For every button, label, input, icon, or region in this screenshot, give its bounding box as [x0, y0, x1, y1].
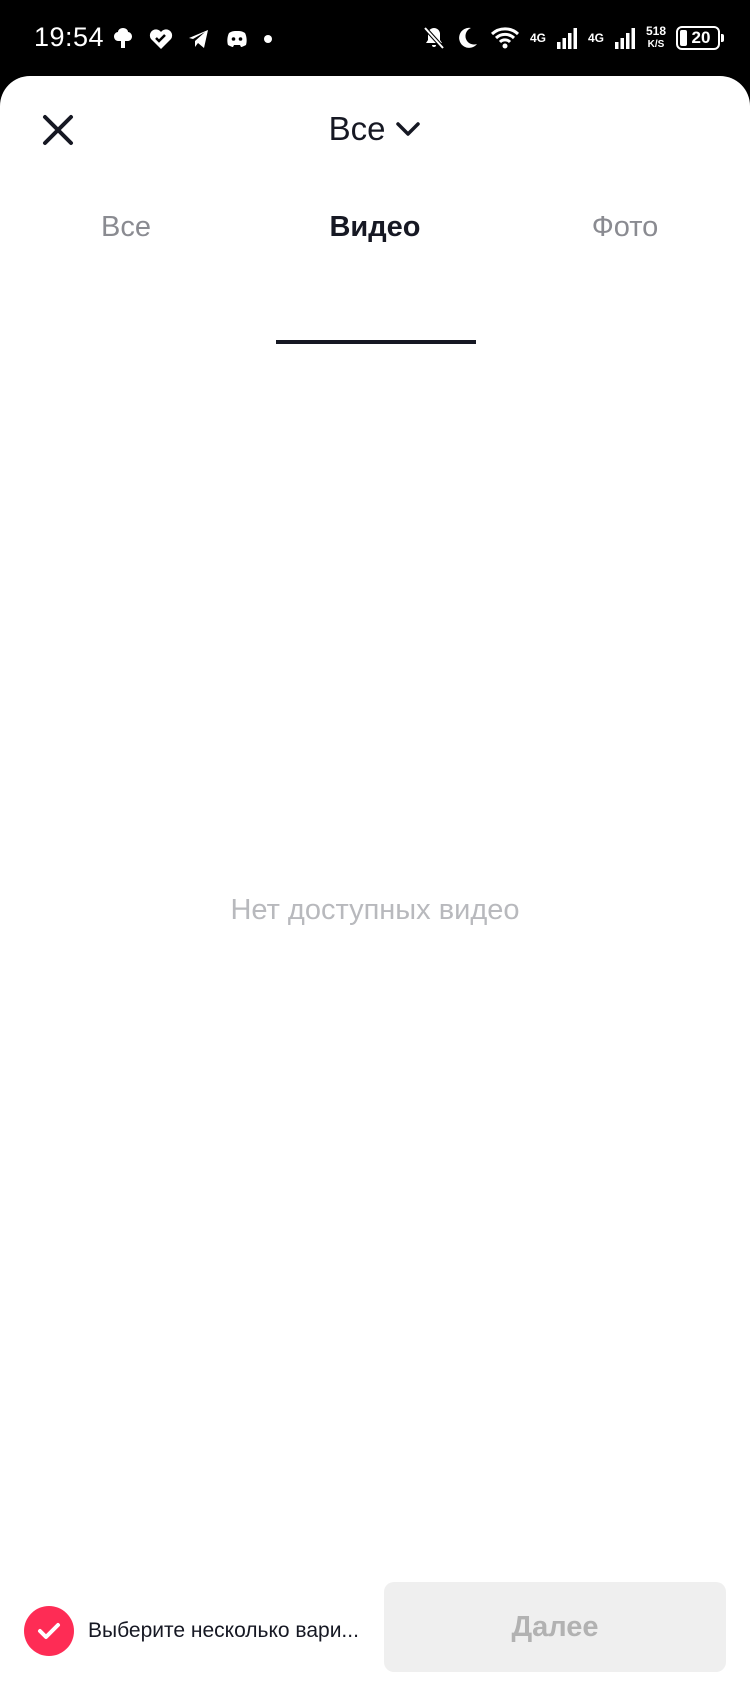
checkbox-checked-icon[interactable] [24, 1606, 74, 1656]
network-speed: 518 K/S [646, 25, 666, 51]
moon-icon [459, 27, 477, 48]
status-time: 19:54 [34, 22, 105, 52]
status-bar: 19:54 4G 4G 518 K/S 20 [0, 0, 750, 76]
album-dropdown[interactable]: Все [0, 104, 750, 154]
wifi-icon [490, 27, 519, 49]
multi-select-toggle[interactable]: Выберите несколько вари... [24, 1606, 359, 1656]
discord-icon [227, 31, 247, 47]
signal-icon [556, 28, 577, 49]
checkmark-icon [38, 1623, 60, 1639]
tab-photo[interactable]: Фото [525, 192, 725, 262]
speed-unit: K/S [647, 39, 665, 50]
multi-select-label: Выберите несколько вари... [88, 1619, 359, 1642]
tab-all[interactable]: Все [26, 192, 226, 262]
dot-icon [264, 35, 272, 43]
empty-state-message: Нет доступных видео [230, 894, 520, 926]
media-type-tabs: Все Видео Фото [0, 192, 750, 344]
next-button[interactable]: Далее [384, 1582, 726, 1672]
network-type-2: 4G [587, 31, 604, 45]
bottom-bar: Выберите несколько вари... Далее [0, 1582, 750, 1708]
media-picker-sheet: Все Все Видео Фото Нет доступных видео В… [0, 76, 750, 1708]
active-tab-indicator [276, 340, 476, 344]
battery-level: 20 [691, 28, 711, 47]
signal-icon [614, 28, 635, 49]
tree-icon [114, 28, 132, 48]
battery-fill [680, 30, 688, 46]
notification-icons [110, 24, 274, 54]
system-icons: 4G 4G 518 K/S 20 [422, 20, 724, 56]
network-type-1: 4G [529, 31, 546, 45]
telegram-icon [189, 30, 208, 48]
chevron-down-icon [396, 122, 421, 136]
battery-icon: 20 [676, 26, 724, 50]
album-title: Все [328, 110, 386, 147]
speed-value: 518 [645, 24, 666, 38]
bell-off-icon [423, 26, 445, 50]
heart-icon [149, 29, 173, 49]
tab-video[interactable]: Видео [275, 192, 475, 262]
